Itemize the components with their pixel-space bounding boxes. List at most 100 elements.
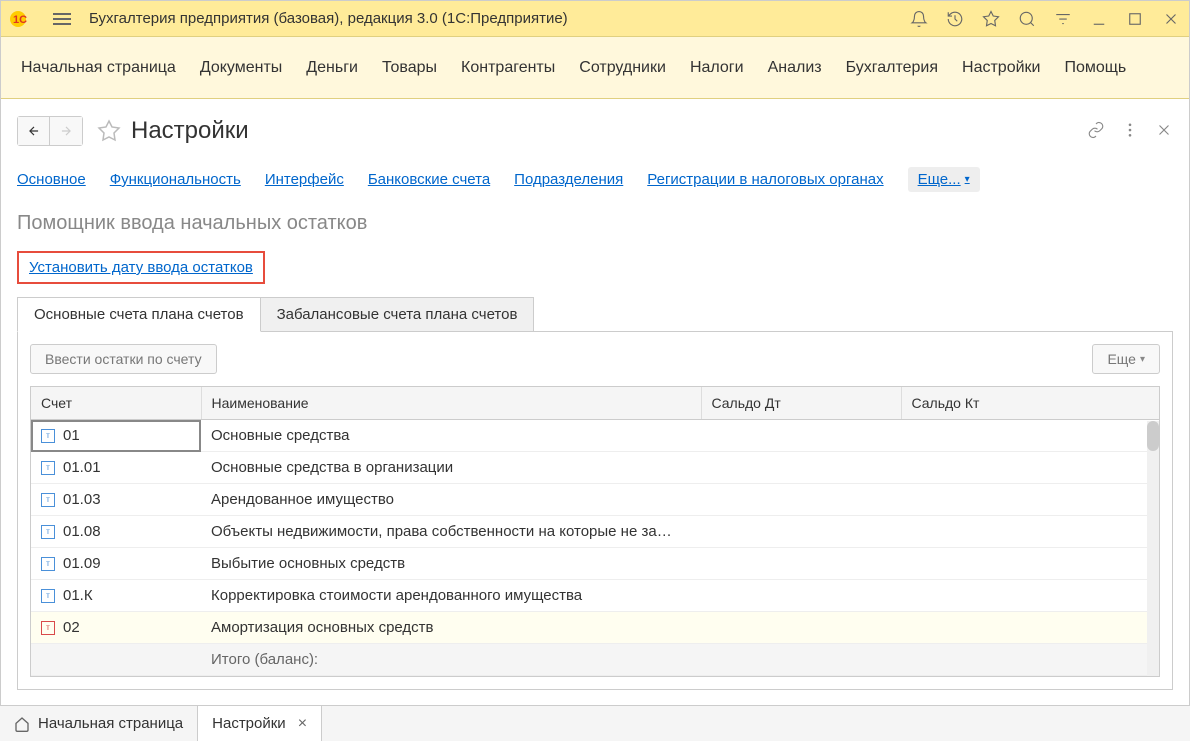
table-row[interactable]: т01.01Основные средства в организации	[31, 452, 1159, 484]
table-header-row: Счет Наименование Сальдо Дт Сальдо Кт	[31, 387, 1159, 420]
bell-icon[interactable]	[909, 9, 929, 29]
bottom-bar: Начальная страница Настройки ×	[0, 705, 1190, 741]
subnav-tax-registrations[interactable]: Регистрации в налоговых органах	[647, 171, 883, 188]
total-credit	[901, 644, 1159, 676]
tab-offbalance-accounts[interactable]: Забалансовые счета плана счетов	[261, 297, 535, 332]
menu-help[interactable]: Помощь	[1064, 59, 1126, 77]
menu-home[interactable]: Начальная страница	[21, 59, 176, 77]
more-vertical-icon[interactable]	[1121, 121, 1139, 142]
total-label: Итого (баланс):	[201, 644, 701, 676]
bottom-tab-settings[interactable]: Настройки ×	[198, 706, 322, 741]
scrollbar[interactable]	[1147, 421, 1159, 676]
credit-balance	[901, 484, 1159, 516]
header-actions	[1087, 121, 1173, 142]
menu-employees[interactable]: Сотрудники	[579, 59, 666, 77]
minimize-icon[interactable]	[1089, 9, 1109, 29]
toolbar: Ввести остатки по счету Еще	[30, 344, 1160, 374]
link-icon[interactable]	[1087, 121, 1105, 142]
bottom-tab-home-label: Начальная страница	[38, 715, 183, 732]
account-name: Объекты недвижимости, права собственност…	[201, 516, 701, 548]
credit-balance	[901, 612, 1159, 644]
bottom-tab-home[interactable]: Начальная страница	[0, 706, 198, 741]
total-debit	[701, 644, 901, 676]
header-debit[interactable]: Сальдо Дт	[701, 387, 901, 420]
menu-documents[interactable]: Документы	[200, 59, 282, 77]
menu-money[interactable]: Деньги	[306, 59, 358, 77]
bottom-tab-settings-label: Настройки	[212, 715, 286, 732]
tab-main-accounts[interactable]: Основные счета плана счетов	[17, 297, 261, 332]
bottom-tab-close-icon[interactable]: ×	[298, 715, 307, 733]
debit-balance	[701, 484, 901, 516]
close-page-icon[interactable]	[1155, 121, 1173, 142]
close-icon[interactable]	[1161, 9, 1181, 29]
account-type-icon: т	[41, 557, 55, 571]
account-name: Основные средства в организации	[201, 452, 701, 484]
table-row[interactable]: т 01 Основные средства	[31, 420, 1159, 452]
filter-icon[interactable]	[1053, 9, 1073, 29]
account-type-icon: т	[41, 493, 55, 507]
svg-text:1С: 1С	[13, 14, 27, 26]
credit-balance	[901, 452, 1159, 484]
menu-settings[interactable]: Настройки	[962, 59, 1040, 77]
account-type-icon: т	[41, 589, 55, 603]
menu-taxes[interactable]: Налоги	[690, 59, 744, 77]
menu-goods[interactable]: Товары	[382, 59, 437, 77]
account-type-icon: т	[41, 525, 55, 539]
tab-content: Ввести остатки по счету Еще Счет Наимено…	[17, 331, 1173, 690]
enter-balances-button[interactable]: Ввести остатки по счету	[30, 344, 217, 374]
star-icon[interactable]	[981, 9, 1001, 29]
history-icon[interactable]	[945, 9, 965, 29]
table-wrap: Счет Наименование Сальдо Дт Сальдо Кт т0…	[30, 386, 1160, 677]
debit-balance	[701, 452, 901, 484]
account-code: 01.К	[63, 587, 93, 604]
toolbar-more-button[interactable]: Еще	[1092, 344, 1160, 374]
subnav-bank-accounts[interactable]: Банковские счета	[368, 171, 490, 188]
header-credit[interactable]: Сальдо Кт	[901, 387, 1159, 420]
titlebar: 1С Бухгалтерия предприятия (базовая), ре…	[1, 1, 1189, 37]
content: Настройки Основное Функциональность Инте…	[1, 99, 1189, 702]
header-name[interactable]: Наименование	[201, 387, 701, 420]
maximize-icon[interactable]	[1125, 9, 1145, 29]
page-title: Настройки	[131, 117, 1087, 145]
subnav-more-dropdown[interactable]: Еще...	[908, 167, 980, 192]
account-name: Основные средства	[201, 420, 701, 452]
debit-balance	[701, 580, 901, 612]
subnav-interface[interactable]: Интерфейс	[265, 171, 344, 188]
scrollbar-thumb[interactable]	[1147, 421, 1159, 451]
account-code: 01	[63, 427, 80, 444]
set-date-highlight: Установить дату ввода остатков	[17, 251, 265, 284]
menu-accounting[interactable]: Бухгалтерия	[846, 59, 938, 77]
account-code: 01.09	[63, 555, 101, 572]
nav-forward-button[interactable]	[50, 117, 82, 145]
window-title: Бухгалтерия предприятия (базовая), редак…	[89, 10, 909, 27]
table-total-row: Итого (баланс):	[31, 644, 1159, 676]
nav-buttons	[17, 116, 83, 146]
set-balance-date-link[interactable]: Установить дату ввода остатков	[29, 259, 253, 276]
account-code: 01.03	[63, 491, 101, 508]
accounts-table: Счет Наименование Сальдо Дт Сальдо Кт т0…	[31, 387, 1159, 676]
sub-nav: Основное Функциональность Интерфейс Банк…	[17, 167, 1173, 192]
table-row[interactable]: т01.08Объекты недвижимости, права собств…	[31, 516, 1159, 548]
subnav-divisions[interactable]: Подразделения	[514, 171, 623, 188]
account-type-icon: т	[41, 461, 55, 475]
credit-balance	[901, 580, 1159, 612]
nav-back-button[interactable]	[18, 117, 50, 145]
table-row[interactable]: т01.ККорректировка стоимости арендованно…	[31, 580, 1159, 612]
subnav-functionality[interactable]: Функциональность	[110, 171, 241, 188]
menu-counterparties[interactable]: Контрагенты	[461, 59, 555, 77]
titlebar-actions	[909, 9, 1181, 29]
account-type-icon: т	[41, 621, 55, 635]
table-row[interactable]: т02Амортизация основных средств	[31, 612, 1159, 644]
credit-balance	[901, 420, 1159, 452]
debit-balance	[701, 516, 901, 548]
account-type-icon: т	[41, 429, 55, 443]
hamburger-menu-icon[interactable]	[53, 7, 77, 31]
subnav-main[interactable]: Основное	[17, 171, 86, 188]
section-title: Помощник ввода начальных остатков	[17, 212, 1173, 235]
menu-analysis[interactable]: Анализ	[768, 59, 822, 77]
header-account[interactable]: Счет	[31, 387, 201, 420]
table-row[interactable]: т01.03Арендованное имущество	[31, 484, 1159, 516]
search-icon[interactable]	[1017, 9, 1037, 29]
favorite-star-icon[interactable]	[95, 117, 123, 145]
table-row[interactable]: т01.09Выбытие основных средств	[31, 548, 1159, 580]
